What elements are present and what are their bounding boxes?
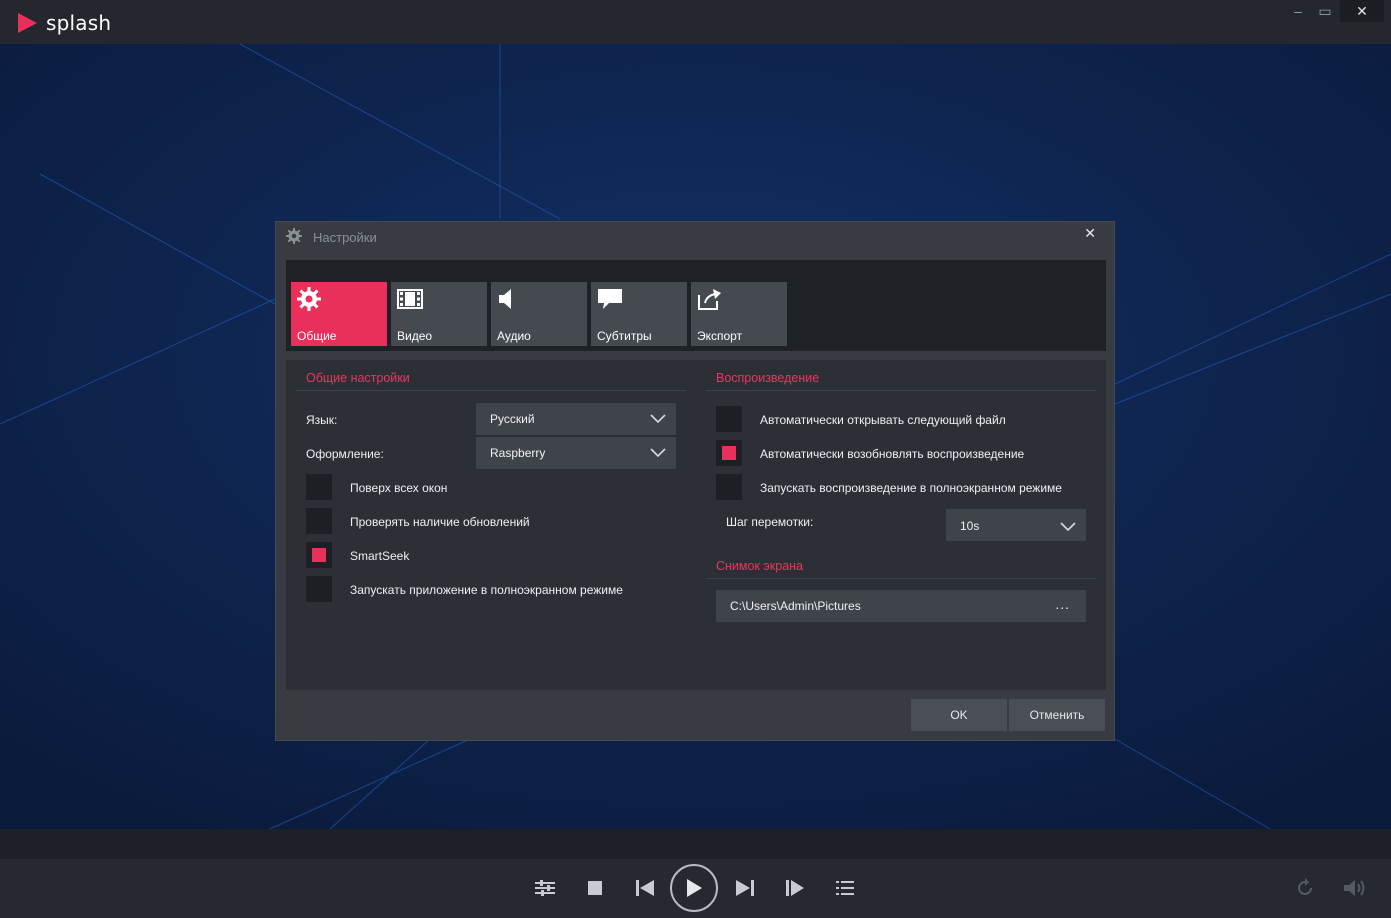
app-name: splash [46,11,112,35]
cancel-button[interactable]: Отменить [1009,699,1105,731]
tab-label: Аудио [497,329,531,343]
speaker-icon [499,289,511,309]
gear-icon [286,228,302,244]
play-button[interactable] [670,864,718,912]
section-divider [706,578,1096,579]
dialog-title: Настройки [313,230,377,245]
next-icon[interactable] [730,873,760,903]
minimize-button[interactable]: – [1283,0,1313,22]
maximize-button[interactable]: ▭ [1310,0,1340,22]
screenshot-path-field[interactable]: C:\Users\Admin\Pictures ... [716,590,1086,622]
settings-tabs: Общие Видео Аудио Субтитры Экспорт [286,260,1106,351]
speech-bubble-icon [598,289,622,309]
title-bar: splash – ▭ ✕ [0,0,1391,44]
language-label: Язык: [306,413,338,427]
playback-section-title: Воспроизведение [716,371,820,385]
theme-label: Оформление: [306,447,384,461]
tab-general[interactable]: Общие [291,282,387,346]
browse-button[interactable]: ... [1055,596,1070,612]
auto-resume-label: Автоматически возобновлять воспроизведен… [760,447,1025,461]
chevron-down-icon [1060,522,1076,532]
playback-controls [0,859,1391,918]
play-icon [687,879,702,897]
theme-select[interactable]: Raspberry [476,437,676,469]
stop-icon[interactable] [580,873,610,903]
dialog-title-bar[interactable]: Настройки ✕ [276,222,1114,252]
smartseek-checkbox[interactable] [306,542,332,568]
seek-step-value: 10s [960,519,980,533]
language-value: Русский [490,412,535,426]
screenshot-section-title: Снимок экрана [716,559,804,573]
seek-step-label: Шаг перемотки: [726,515,814,529]
repeat-icon[interactable] [1290,873,1320,903]
close-window-button[interactable]: ✕ [1340,0,1384,22]
start-fullscreen-checkbox[interactable] [306,576,332,602]
chevron-down-icon [650,448,666,458]
playlist-icon[interactable] [830,873,860,903]
film-icon [397,289,423,309]
section-divider [296,390,686,391]
fullscreen-playback-label: Запускать воспроизведение в полноэкранно… [760,481,1062,495]
previous-icon[interactable] [630,873,660,903]
start-fullscreen-label: Запускать приложение в полноэкранном реж… [350,583,623,597]
tab-label: Экспорт [697,329,743,343]
language-select[interactable]: Русский [476,403,676,435]
screenshot-path-value: C:\Users\Admin\Pictures [730,599,861,613]
volume-icon[interactable] [1340,873,1370,903]
chevron-down-icon [650,414,666,424]
settings-dialog: Настройки ✕ Общие Видео Аудио Субтитры Э… [275,221,1115,741]
equalizer-icon[interactable] [530,873,560,903]
gear-icon [297,287,321,311]
dialog-close-button[interactable]: ✕ [1084,225,1096,242]
export-icon [698,289,721,310]
check-updates-label: Проверять наличие обновлений [350,515,530,529]
splash-player-window: splash – ▭ ✕ Настройки ✕ Общие Видео Ауд… [0,0,1391,918]
auto-open-next-label: Автоматически открывать следующий файл [760,413,1006,427]
smartseek-label: SmartSeek [350,549,410,563]
theme-value: Raspberry [490,446,546,460]
fullscreen-playback-checkbox[interactable] [716,474,742,500]
auto-open-next-checkbox[interactable] [716,406,742,432]
tab-audio[interactable]: Аудио [491,282,587,346]
seek-step-select[interactable]: 10s [946,509,1086,541]
frame-step-icon[interactable] [780,873,810,903]
splash-logo-icon [18,13,37,33]
tab-video[interactable]: Видео [391,282,487,346]
check-updates-checkbox[interactable] [306,508,332,534]
always-on-top-label: Поверх всех окон [350,481,448,495]
tab-subtitles[interactable]: Субтитры [591,282,687,346]
app-logo: splash [16,11,111,35]
tab-label: Субтитры [597,329,652,343]
tab-label: Общие [297,329,337,343]
section-divider [706,390,1096,391]
tab-export[interactable]: Экспорт [691,282,787,346]
general-section-title: Общие настройки [306,371,410,385]
ok-button[interactable]: OK [911,699,1007,731]
tab-label: Видео [397,329,433,343]
auto-resume-checkbox[interactable] [716,440,742,466]
always-on-top-checkbox[interactable] [306,474,332,500]
timeline-bar[interactable] [0,829,1391,859]
settings-panel: Общие настройки Язык: Русский Оформление… [286,360,1106,690]
